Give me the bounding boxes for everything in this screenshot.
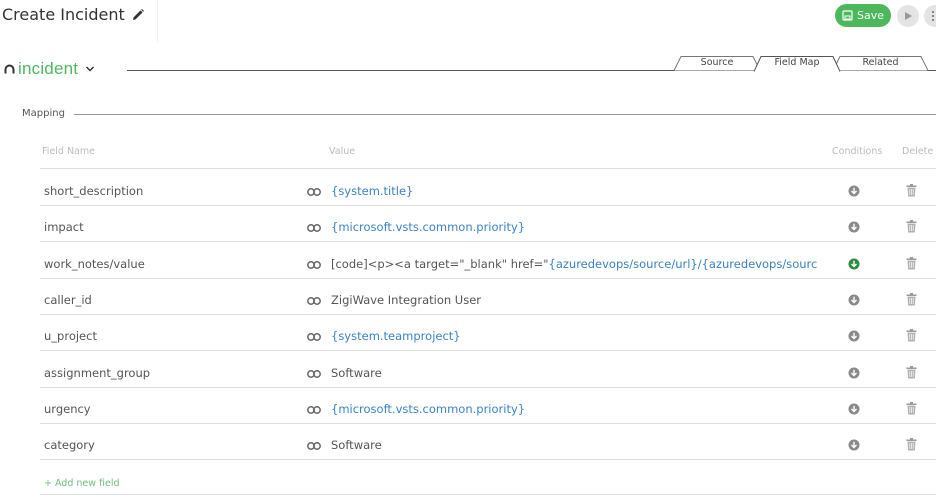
field-name: short_description bbox=[44, 184, 144, 198]
trash-icon[interactable] bbox=[906, 438, 917, 451]
condition-icon[interactable] bbox=[848, 439, 860, 451]
tab-source[interactable]: Source bbox=[673, 56, 761, 71]
value-field[interactable]: {system.title} bbox=[331, 184, 827, 198]
value-text: ZigiWave Integration User bbox=[331, 292, 482, 307]
link-icon bbox=[307, 296, 321, 305]
field-name: u_project bbox=[44, 329, 97, 344]
add-new-field-button[interactable]: + Add new field bbox=[44, 478, 120, 489]
trash-icon[interactable] bbox=[906, 401, 917, 415]
condition-icon[interactable] bbox=[848, 330, 860, 342]
value-text: Software bbox=[331, 365, 382, 380]
field-name: caller_id bbox=[44, 292, 92, 307]
link-icon bbox=[307, 188, 321, 196]
trash-icon[interactable] bbox=[906, 184, 917, 197]
value-field[interactable]: ZigiWave Integration User bbox=[331, 293, 827, 307]
trash-icon[interactable] bbox=[906, 256, 917, 270]
field-name: category bbox=[44, 438, 95, 453]
chevron-down-icon bbox=[86, 66, 95, 72]
tab-field-map-label: Field Map bbox=[774, 57, 820, 68]
entity-selector[interactable]: incident bbox=[4, 59, 95, 79]
condition-icon[interactable] bbox=[848, 221, 860, 233]
link-icon bbox=[307, 442, 321, 451]
condition-icon[interactable] bbox=[848, 258, 860, 270]
column-header-delete: Delete bbox=[902, 146, 934, 157]
row-divider bbox=[40, 422, 936, 424]
column-header-value: Value bbox=[329, 146, 356, 157]
row-divider bbox=[40, 350, 936, 352]
condition-icon[interactable] bbox=[848, 185, 860, 197]
tab-related-label: Related bbox=[862, 57, 899, 68]
condition-icon[interactable] bbox=[848, 367, 860, 379]
entity-name: incident bbox=[18, 59, 79, 78]
row-divider bbox=[40, 277, 936, 279]
link-icon bbox=[307, 333, 321, 342]
value-variable: {system.teamproject} bbox=[331, 329, 461, 344]
condition-icon[interactable] bbox=[848, 294, 860, 306]
value-variable: {system.title} bbox=[331, 184, 414, 198]
page-title: Create Incident bbox=[2, 5, 145, 24]
link-icon bbox=[307, 260, 321, 269]
run-button[interactable] bbox=[897, 5, 919, 27]
tab-related[interactable]: Related bbox=[832, 56, 929, 71]
trash-icon[interactable] bbox=[906, 220, 917, 233]
value-field[interactable]: Software bbox=[331, 438, 827, 452]
value-variable: {azuredevops/source/url}/{azuredevops/so… bbox=[548, 256, 818, 271]
field-name: impact bbox=[44, 220, 84, 235]
row-divider bbox=[40, 241, 936, 243]
trash-icon[interactable] bbox=[906, 292, 917, 306]
link-icon bbox=[307, 224, 321, 233]
row-divider bbox=[40, 313, 936, 315]
value-variable: {microsoft.vsts.common.priority} bbox=[331, 401, 526, 416]
column-header-field-name: Field Name bbox=[42, 146, 95, 157]
value-field[interactable]: Software bbox=[331, 366, 827, 380]
value-variable: {microsoft.vsts.common.priority} bbox=[331, 220, 526, 235]
trash-icon[interactable] bbox=[906, 329, 917, 342]
column-header-conditions: Conditions bbox=[832, 146, 883, 157]
save-button-label: Save bbox=[856, 9, 884, 22]
value-field[interactable]: [code]<p><a target="_blank" href="{azure… bbox=[331, 257, 827, 271]
field-name: urgency bbox=[44, 401, 91, 416]
value-field[interactable]: {microsoft.vsts.common.priority} bbox=[331, 402, 827, 416]
play-icon bbox=[905, 12, 912, 20]
table-bottom-divider bbox=[40, 494, 936, 495]
condition-icon[interactable] bbox=[848, 403, 860, 415]
field-name: work_notes/value bbox=[44, 256, 145, 271]
value-text: [code]<p><a target="_blank" href=" bbox=[331, 256, 549, 271]
value-field[interactable]: {microsoft.vsts.common.priority} bbox=[331, 220, 827, 234]
header-divider bbox=[40, 168, 936, 169]
more-vertical-icon bbox=[932, 10, 934, 22]
row-divider bbox=[40, 205, 936, 206]
field-name: assignment_group bbox=[44, 365, 151, 380]
value-field[interactable]: {system.teamproject} bbox=[331, 329, 827, 343]
trash-icon[interactable] bbox=[906, 365, 917, 379]
tab-source-label: Source bbox=[700, 57, 734, 68]
row-divider bbox=[40, 386, 936, 388]
title-divider bbox=[157, 0, 158, 42]
save-icon bbox=[842, 10, 853, 21]
save-button[interactable]: Save bbox=[835, 4, 891, 27]
row-divider bbox=[40, 459, 936, 461]
value-text: Software bbox=[331, 438, 382, 453]
pencil-icon[interactable] bbox=[131, 8, 145, 22]
link-icon bbox=[307, 369, 321, 378]
page-title-text: Create Incident bbox=[2, 5, 125, 24]
connector-icon bbox=[4, 64, 15, 73]
tab-field-map[interactable]: Field Map bbox=[753, 56, 841, 72]
link-icon bbox=[307, 405, 321, 414]
more-options-button[interactable] bbox=[924, 5, 936, 27]
mapping-divider bbox=[74, 114, 936, 115]
mapping-section-label: Mapping bbox=[22, 108, 65, 119]
